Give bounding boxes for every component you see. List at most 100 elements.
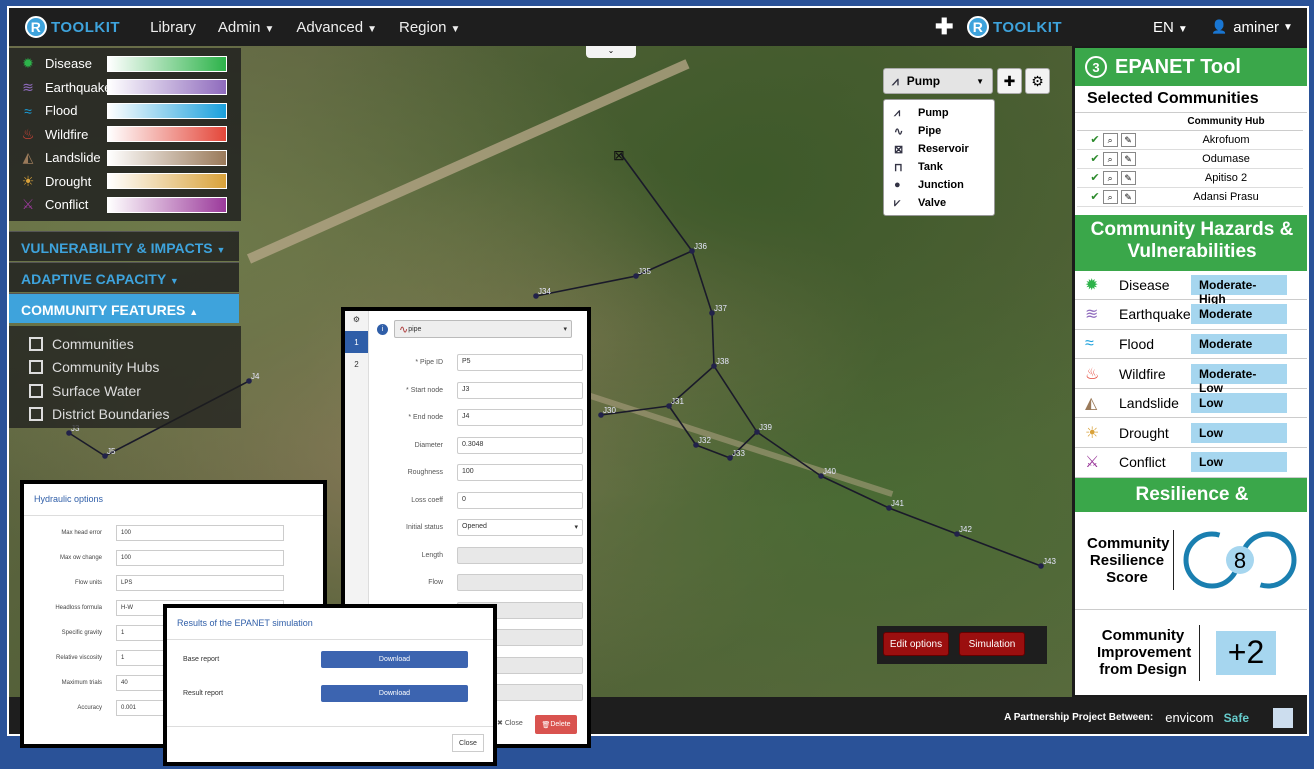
field-input[interactable]: 0 xyxy=(457,491,583,509)
pipe-line[interactable] xyxy=(756,431,822,477)
simulation-button[interactable]: Simulation xyxy=(959,632,1025,656)
table-row[interactable]: ✔ ⌕ ✎ Akrofuom xyxy=(1077,130,1303,150)
divider xyxy=(1173,530,1174,591)
tool-menu-item[interactable]: ⩗ Valve xyxy=(894,194,984,212)
tab-1[interactable]: 1 xyxy=(345,331,368,353)
feature-surface-water[interactable]: Surface Water xyxy=(29,379,221,403)
step-badge: 3 xyxy=(1085,56,1107,78)
element-type-select[interactable]: ∿ pipe ▾ xyxy=(394,320,572,338)
hazard-row[interactable]: ⚔ Conflict xyxy=(15,193,235,217)
user-name: aminer xyxy=(1233,18,1280,36)
field-input[interactable]: P5 xyxy=(457,354,583,372)
feature-district-boundaries[interactable]: District Boundaries xyxy=(29,403,221,427)
edit-icon[interactable]: ✎ xyxy=(1120,132,1136,147)
zoom-icon[interactable]: ⌕ xyxy=(1102,132,1118,147)
tool-menu-item[interactable]: ∿ Pipe xyxy=(894,122,984,140)
table-row[interactable]: ✔ ⌕ ✎ Apitiso 2 xyxy=(1077,168,1303,188)
hazard-row[interactable]: ≈ Flood xyxy=(15,99,235,123)
nav-advanced[interactable]: Advanced ▼ xyxy=(296,19,377,36)
tool-menu-item[interactable]: ● Junction xyxy=(894,176,984,194)
section-adaptive-capacity[interactable]: ADAPTIVE CAPACITY ▼ xyxy=(9,262,239,292)
hazard-row[interactable]: ♨ Wildfire xyxy=(15,123,235,147)
pipe-line[interactable] xyxy=(713,365,758,433)
pipe-line[interactable] xyxy=(888,507,958,535)
hazard-scale-bar[interactable] xyxy=(107,102,227,119)
nav-library[interactable]: Library xyxy=(150,19,196,36)
nav-admin[interactable]: Admin ▼ xyxy=(218,19,274,36)
brand-logo[interactable]: R TOOLKIT xyxy=(25,16,120,38)
download-result-report-button[interactable]: Download xyxy=(321,684,468,702)
add-element-button[interactable]: ✚ xyxy=(997,68,1022,94)
feature-communities[interactable]: Communities xyxy=(29,332,221,356)
pipe-line[interactable] xyxy=(691,250,713,314)
result-report-row: Result report Download xyxy=(167,676,493,710)
edit-icon[interactable]: ✎ xyxy=(1120,151,1136,166)
tool-select[interactable]: ⩘ Pump ▼ xyxy=(883,68,993,94)
hazard-row[interactable]: ☀ Drought xyxy=(15,170,235,194)
field-input[interactable]: J3 xyxy=(457,381,583,399)
tool-menu-item[interactable]: ⩘ Pump xyxy=(894,104,984,122)
section-community-features[interactable]: COMMUNITY FEATURES ▲ xyxy=(9,293,239,323)
close-button[interactable]: ✖ Close xyxy=(497,719,523,727)
pipe-line[interactable] xyxy=(668,405,697,446)
table-row[interactable]: ✔ ⌕ ✎ Adansi Prasu xyxy=(1077,187,1303,207)
field-label: Diameter xyxy=(414,441,443,449)
feature-community-hubs[interactable]: Community Hubs xyxy=(29,356,221,380)
download-base-report-button[interactable]: Download xyxy=(321,650,468,668)
junction-label: J37 xyxy=(714,304,727,313)
field-input[interactable]: 100 xyxy=(116,524,284,541)
hazard-scale-bar[interactable] xyxy=(107,173,227,190)
form-field: * Pipe ID P5 xyxy=(369,349,583,377)
field-input[interactable]: 100 xyxy=(116,549,284,566)
pipe-line[interactable] xyxy=(956,533,1042,567)
field-input[interactable]: J4 xyxy=(457,409,583,427)
partnership-text: A Partnership Project Between: xyxy=(1004,712,1154,723)
plus-icon[interactable]: ✚ xyxy=(935,14,953,40)
field-input[interactable]: LPS xyxy=(116,574,284,591)
center-logo[interactable]: R TOOLKIT xyxy=(967,16,1062,38)
pipe-line[interactable] xyxy=(620,153,693,252)
results-close-button[interactable]: Close xyxy=(452,734,484,752)
checkbox[interactable] xyxy=(29,407,43,422)
pipe-line[interactable] xyxy=(695,444,731,459)
hazard-scale-bar[interactable] xyxy=(107,55,227,72)
reservoir-icon[interactable]: ⊠ xyxy=(613,147,625,163)
language-select[interactable]: EN ▼ xyxy=(1153,19,1188,36)
pipe-line[interactable] xyxy=(820,475,890,509)
zoom-icon[interactable]: ⌕ xyxy=(1102,170,1118,185)
checkbox[interactable] xyxy=(29,383,43,398)
hazard-scale-bar[interactable] xyxy=(107,196,227,213)
pipe-line[interactable] xyxy=(68,432,106,457)
user-menu[interactable]: 👤 aminer ▼ xyxy=(1211,19,1293,36)
field-input[interactable]: Opened ▾ xyxy=(457,519,583,537)
hazard-row[interactable]: ≋ Earthquake xyxy=(15,76,235,100)
settings-button[interactable]: ⚙ xyxy=(1025,68,1050,94)
hazard-scale-bar[interactable] xyxy=(107,149,227,166)
hazard-row[interactable]: ✹ Disease xyxy=(15,52,235,76)
checkbox[interactable] xyxy=(29,360,43,375)
hazard-scale-bar[interactable] xyxy=(107,79,227,96)
pipe-line[interactable] xyxy=(711,312,715,367)
hazard-row[interactable]: ◭ Landslide xyxy=(15,146,235,170)
field-input[interactable] xyxy=(457,546,583,564)
hazard-scale-bar[interactable] xyxy=(107,126,227,143)
zoom-icon[interactable]: ⌕ xyxy=(1102,189,1118,204)
field-input[interactable] xyxy=(457,574,583,592)
edit-icon[interactable]: ✎ xyxy=(1120,189,1136,204)
field-input[interactable]: 100 xyxy=(457,464,583,482)
tool-menu-item[interactable]: ⊓ Tank xyxy=(894,158,984,176)
tab-2[interactable]: 2 xyxy=(345,353,368,375)
tool-menu-item[interactable]: ⊠ Reservoir xyxy=(894,140,984,158)
pipe-line[interactable] xyxy=(535,275,637,297)
checkbox[interactable] xyxy=(29,336,43,351)
field-input[interactable]: 0.3048 xyxy=(457,436,583,454)
edit-options-button[interactable]: Edit options xyxy=(883,632,949,656)
table-row[interactable]: ✔ ⌕ ✎ Odumase xyxy=(1077,149,1303,169)
hazard-name: Conflict xyxy=(1119,454,1166,471)
gear-icon[interactable]: ⚙ xyxy=(345,311,368,331)
edit-icon[interactable]: ✎ xyxy=(1120,170,1136,185)
delete-button[interactable]: 🗑 Delete xyxy=(535,715,577,734)
nav-region[interactable]: Region ▼ xyxy=(399,19,460,36)
zoom-icon[interactable]: ⌕ xyxy=(1102,151,1118,166)
section-vulnerability[interactable]: VULNERABILITY & IMPACTS ▼ xyxy=(9,231,239,261)
